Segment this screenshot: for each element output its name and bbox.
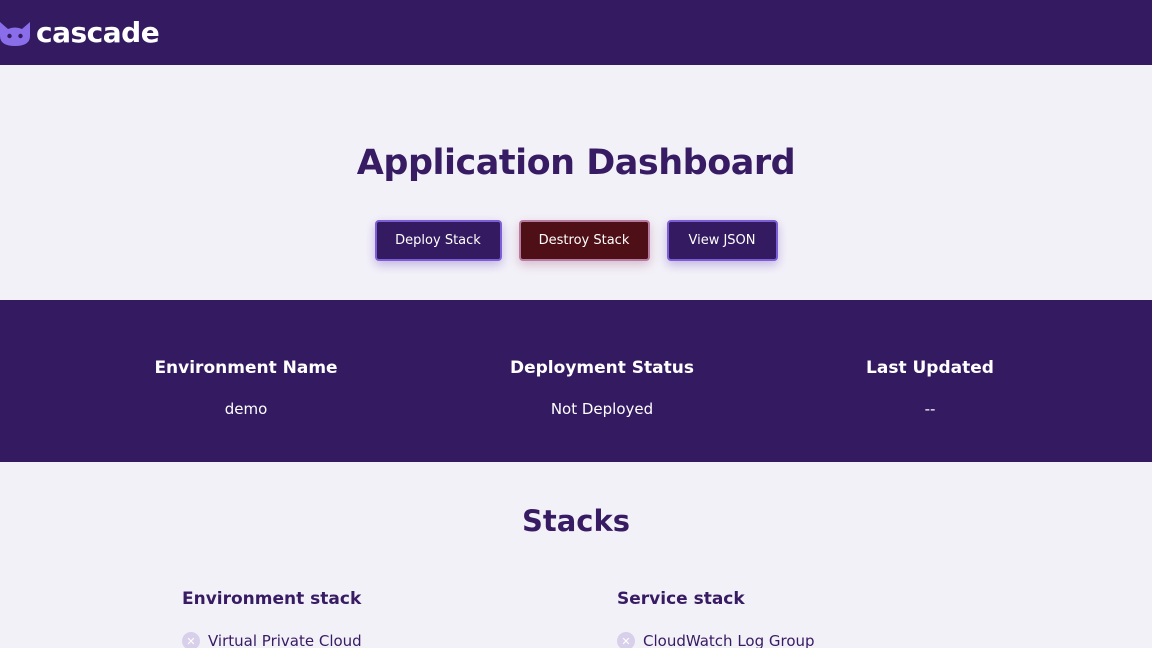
- service-stack-heading: Service stack: [617, 589, 745, 609]
- dashboard-header: Application Dashboard Deploy Stack Destr…: [0, 65, 1152, 300]
- deployment-status-label: Deployment Status: [510, 358, 694, 378]
- environment-name-value: demo: [224, 400, 268, 418]
- last-updated-value: --: [924, 400, 936, 418]
- resource-item: ✕ Virtual Private Cloud: [182, 632, 362, 648]
- top-navbar: cascade: [0, 0, 1152, 65]
- view-json-button[interactable]: View JSON: [666, 220, 778, 261]
- resource-item: ✕ CloudWatch Log Group: [617, 632, 815, 648]
- resource-label: Virtual Private Cloud: [208, 632, 362, 648]
- environment-summary: Environment Name demo Deployment Status …: [0, 300, 1152, 462]
- x-circle-icon: ✕: [617, 632, 635, 648]
- environment-stack: Environment stack ✕ Virtual Private Clou…: [182, 589, 362, 648]
- stacks-title: Stacks: [521, 504, 631, 538]
- environment-name-label: Environment Name: [154, 358, 338, 378]
- deployment-status-stat: Deployment Status Not Deployed: [492, 358, 712, 418]
- page-title: Application Dashboard: [356, 143, 796, 183]
- service-stack: Service stack ✕ CloudWatch Log Group: [617, 589, 815, 648]
- environment-stack-heading: Environment stack: [182, 589, 362, 609]
- deploy-stack-button[interactable]: Deploy Stack: [374, 220, 502, 261]
- brand-logo[interactable]: cascade: [0, 16, 160, 49]
- last-updated-stat: Last Updated --: [835, 358, 1025, 418]
- x-circle-icon: ✕: [182, 632, 200, 648]
- last-updated-label: Last Updated: [866, 358, 994, 378]
- destroy-stack-button[interactable]: Destroy Stack: [518, 220, 650, 261]
- deployment-status-value: Not Deployed: [550, 400, 654, 418]
- resource-label: CloudWatch Log Group: [643, 632, 815, 648]
- stack-actions: Deploy Stack Destroy Stack View JSON: [0, 220, 1152, 261]
- environment-name-stat: Environment Name demo: [146, 358, 346, 418]
- brand-name: cascade: [36, 16, 160, 49]
- cat-icon: [0, 21, 30, 46]
